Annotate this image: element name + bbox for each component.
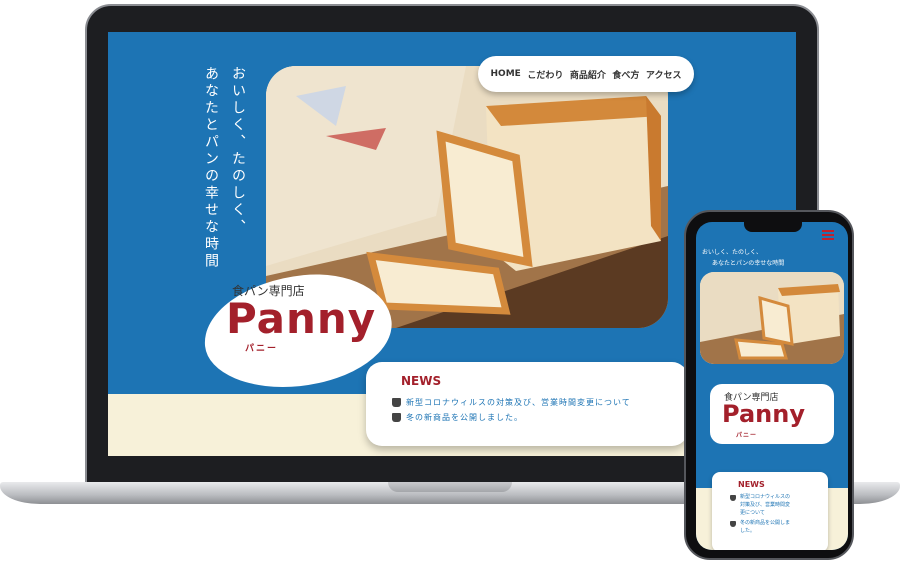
nav-products[interactable]: 商品紹介: [570, 68, 606, 81]
bread-illustration: [700, 272, 844, 364]
phone-logo-card: 食パン専門店 Panny パニー: [710, 384, 834, 444]
laptop-notch: [388, 482, 512, 492]
cup-icon: [392, 413, 401, 422]
news-title: NEWS: [401, 374, 442, 388]
tagline-line-2: あなたとパンの幸せな時間: [203, 66, 219, 270]
tagline-line-1: おいしく、たのしく、: [230, 66, 246, 236]
phone-news-item-text: 新型コロナウィルスの 対策及び、営業時間変 更について: [740, 494, 791, 516]
cup-icon: [730, 521, 736, 528]
news-item-text: 新型コロナウィルスの対策及び、営業時間変更について: [406, 398, 631, 407]
logo-kana: パニー: [245, 344, 279, 354]
nav-home[interactable]: HOME: [491, 69, 521, 79]
phone-logo-kana: パニー: [736, 432, 758, 439]
nav-access[interactable]: アクセス: [646, 68, 682, 81]
news-list: 新型コロナウィルスの対策及び、営業時間変更について 冬の新商品を公開しました。: [392, 397, 631, 427]
phone-screen: おいしく、たのしく、 あなたとパンの幸せな時間 食パン専門店 Panny パニー…: [696, 222, 848, 550]
news-item-text: 冬の新商品を公開しました。: [406, 413, 523, 422]
phone-logo-name[interactable]: Panny: [722, 400, 805, 428]
logo-name[interactable]: Panny: [226, 294, 376, 343]
phone-news-panel: NEWS 新型コロナウィルスの 対策及び、営業時間変 更について 冬の新商品を公…: [712, 472, 828, 550]
cup-icon: [392, 398, 401, 407]
phone-news-list: 新型コロナウィルスの 対策及び、営業時間変 更について 冬の新商品を公開しま し…: [730, 494, 816, 539]
phone-hero-photo: [700, 272, 844, 364]
hamburger-icon[interactable]: [822, 230, 834, 240]
nav-how-to-eat[interactable]: 食べ方: [612, 68, 639, 81]
news-item[interactable]: 新型コロナウィルスの対策及び、営業時間変更について: [392, 397, 631, 408]
main-nav: HOME こだわり 商品紹介 食べ方 アクセス: [478, 56, 694, 92]
phone-news-item-text: 冬の新商品を公開しま した。: [740, 520, 791, 534]
news-item[interactable]: 冬の新商品を公開しました。: [392, 412, 631, 423]
phone-tagline-line-1: おいしく、たのしく、: [702, 249, 763, 256]
phone-tagline-line-2: あなたとパンの幸せな時間: [712, 260, 785, 267]
phone-news-item[interactable]: 新型コロナウィルスの 対策及び、営業時間変 更について: [730, 494, 816, 517]
phone-news-item[interactable]: 冬の新商品を公開しま した。: [730, 520, 816, 536]
cup-icon: [730, 495, 736, 501]
phone-news-title: NEWS: [738, 480, 765, 489]
nav-commitment[interactable]: こだわり: [527, 68, 563, 81]
phone-notch: [744, 222, 802, 232]
news-panel: NEWS 新型コロナウィルスの対策及び、営業時間変更について 冬の新商品を公開し…: [366, 362, 688, 446]
